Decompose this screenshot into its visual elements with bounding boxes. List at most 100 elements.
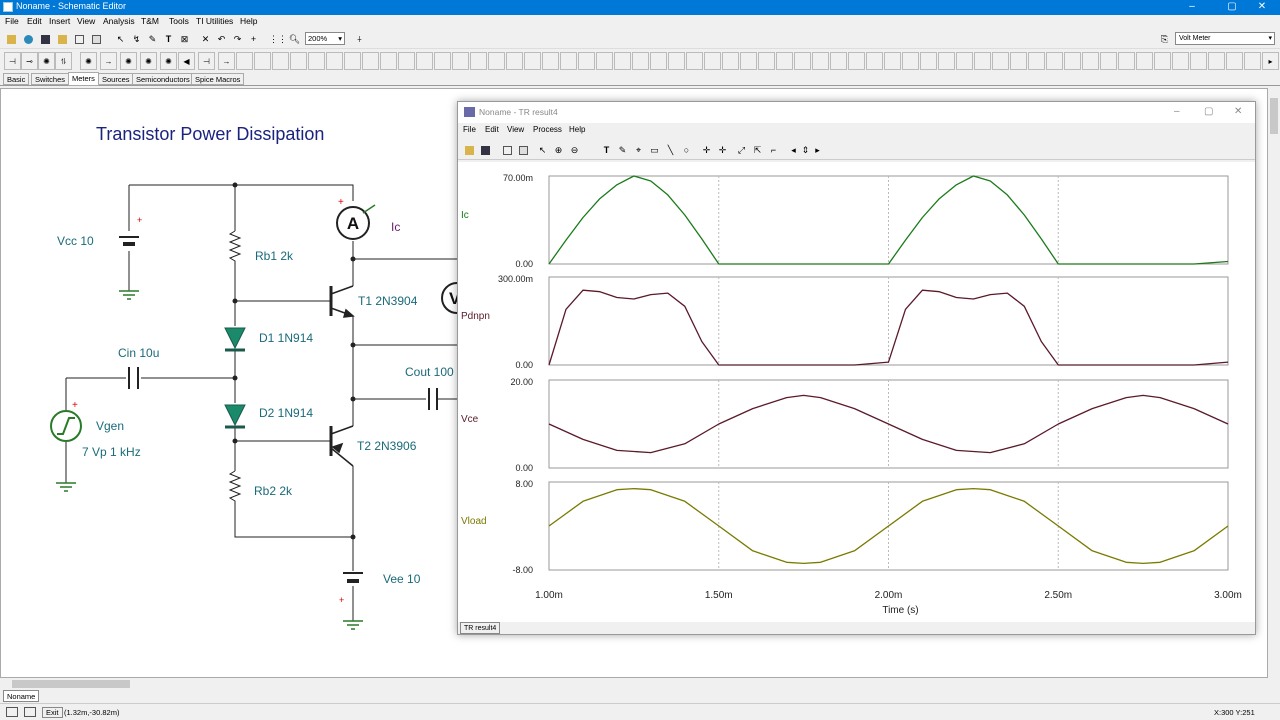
- tr-result-tab[interactable]: TR result4: [460, 622, 501, 634]
- part-slot-15[interactable]: [488, 52, 505, 70]
- part-slot-33[interactable]: [812, 52, 829, 70]
- part-slot-13[interactable]: [452, 52, 469, 70]
- tr-result-window[interactable]: Noname - TR result4 – ▢ ✕ File Edit View…: [457, 101, 1256, 635]
- rect-icon[interactable]: ▭: [647, 142, 662, 157]
- part-slot-43[interactable]: [992, 52, 1009, 70]
- part-slot-1[interactable]: [236, 52, 253, 70]
- part-slot-20[interactable]: [578, 52, 595, 70]
- part-slot-42[interactable]: [974, 52, 991, 70]
- menu-tm[interactable]: T&M: [141, 16, 159, 26]
- pan-right-icon[interactable]: ▸: [810, 142, 825, 157]
- part-slot-18[interactable]: [542, 52, 559, 70]
- add-icon[interactable]: +: [246, 31, 261, 46]
- open-folder-icon[interactable]: [55, 31, 70, 46]
- part-slot-35[interactable]: [848, 52, 865, 70]
- part-slot-23[interactable]: [632, 52, 649, 70]
- part-slot-21[interactable]: [596, 52, 613, 70]
- text-box-icon[interactable]: ⊠: [177, 31, 192, 46]
- part-slot-25[interactable]: [668, 52, 685, 70]
- part-slot-57[interactable]: [1244, 52, 1261, 70]
- part-slot-37[interactable]: [884, 52, 901, 70]
- horizontal-scrollbar[interactable]: [0, 678, 1268, 690]
- part-slot-8[interactable]: [362, 52, 379, 70]
- pen-icon[interactable]: ✎: [615, 142, 630, 157]
- marker-icon[interactable]: ⌖: [631, 142, 646, 157]
- part-slot-29[interactable]: [740, 52, 757, 70]
- tab-meters[interactable]: Meters: [68, 72, 99, 86]
- line-icon[interactable]: ╲: [663, 142, 678, 157]
- part-slot-39[interactable]: [920, 52, 937, 70]
- part-slot-9[interactable]: [380, 52, 397, 70]
- part-lamp2-icon[interactable]: ✺: [160, 52, 177, 70]
- menu-analysis[interactable]: Analysis: [103, 16, 135, 26]
- select-arrow-icon[interactable]: ↖: [535, 142, 550, 157]
- part-slot-34[interactable]: [830, 52, 847, 70]
- cursor-a-icon[interactable]: ✛: [699, 142, 714, 157]
- part-slot-56[interactable]: [1226, 52, 1243, 70]
- part-slot-7[interactable]: [344, 52, 361, 70]
- part-slot-28[interactable]: [722, 52, 739, 70]
- meter-icon[interactable]: ⎘: [1157, 31, 1172, 46]
- close-button[interactable]: ✕: [1242, 0, 1280, 15]
- tab-basic[interactable]: Basic: [3, 73, 30, 85]
- tab-semiconductors[interactable]: Semiconductors: [132, 73, 194, 85]
- vertical-scroll-thumb[interactable]: [1270, 98, 1278, 134]
- menu-edit[interactable]: Edit: [27, 16, 42, 26]
- part-switch-icon[interactable]: ⥮: [55, 52, 72, 70]
- circle-icon[interactable]: ○: [679, 142, 694, 157]
- menu-view[interactable]: View: [77, 16, 95, 26]
- result-close-button[interactable]: ✕: [1234, 106, 1242, 117]
- part-slot-51[interactable]: [1136, 52, 1153, 70]
- part-slot-11[interactable]: [416, 52, 433, 70]
- tab-sources[interactable]: Sources: [98, 73, 134, 85]
- copy-icon[interactable]: [500, 142, 515, 157]
- part-slot-5[interactable]: [308, 52, 325, 70]
- probe-icon[interactable]: ⍭: [352, 31, 367, 46]
- result-menu-view[interactable]: View: [507, 125, 524, 134]
- part-bulb-icon[interactable]: ✺: [140, 52, 157, 70]
- tab-switches[interactable]: Switches: [31, 73, 70, 85]
- wire-icon[interactable]: ↯: [129, 31, 144, 46]
- paste-icon[interactable]: [89, 31, 104, 46]
- ammeter[interactable]: A +: [336, 197, 376, 240]
- d2-diode[interactable]: [224, 404, 246, 427]
- part-slot-17[interactable]: [524, 52, 541, 70]
- part-slot-32[interactable]: [794, 52, 811, 70]
- part-slot-41[interactable]: [956, 52, 973, 70]
- part-slot-45[interactable]: [1028, 52, 1045, 70]
- part-diode-icon[interactable]: →: [100, 52, 117, 70]
- part-slot-27[interactable]: [704, 52, 721, 70]
- document-tab[interactable]: Noname: [3, 690, 40, 702]
- result-maximize-button[interactable]: ▢: [1204, 106, 1213, 117]
- redo-icon[interactable]: ↷: [230, 31, 245, 46]
- pen-icon[interactable]: ✎: [145, 31, 160, 46]
- undo-icon[interactable]: ↶: [214, 31, 229, 46]
- part-slot-49[interactable]: [1100, 52, 1117, 70]
- part-slot-36[interactable]: [866, 52, 883, 70]
- peak-icon[interactable]: ⇱: [750, 142, 765, 157]
- part-slot-16[interactable]: [506, 52, 523, 70]
- zoom-out-icon[interactable]: ⊖: [567, 142, 582, 157]
- save-icon[interactable]: [38, 31, 53, 46]
- text-icon[interactable]: T: [161, 31, 176, 46]
- result-menu-file[interactable]: File: [463, 125, 476, 134]
- result-menu-help[interactable]: Help: [569, 125, 585, 134]
- t2-transistor[interactable]: [329, 425, 354, 467]
- menu-ti-utilities[interactable]: TI Utilities: [196, 16, 233, 26]
- part-slot-50[interactable]: [1118, 52, 1135, 70]
- part-slot-53[interactable]: [1172, 52, 1189, 70]
- minimize-button[interactable]: –: [1172, 0, 1212, 15]
- part-slot-52[interactable]: [1154, 52, 1171, 70]
- menu-insert[interactable]: Insert: [49, 16, 70, 26]
- cout-capacitor[interactable]: [428, 388, 438, 410]
- part-lamp-icon[interactable]: ✺: [38, 52, 55, 70]
- part-slot-26[interactable]: [686, 52, 703, 70]
- select-arrow-icon[interactable]: ↖: [113, 31, 128, 46]
- rb2-resistor[interactable]: [228, 470, 242, 511]
- zoom-in-icon[interactable]: ⊕: [551, 142, 566, 157]
- part-terminal-icon[interactable]: →: [218, 52, 235, 70]
- part-slot-30[interactable]: [758, 52, 775, 70]
- part-slot-40[interactable]: [938, 52, 955, 70]
- result-menu-edit[interactable]: Edit: [485, 125, 499, 134]
- exit-button[interactable]: Exit: [42, 707, 63, 718]
